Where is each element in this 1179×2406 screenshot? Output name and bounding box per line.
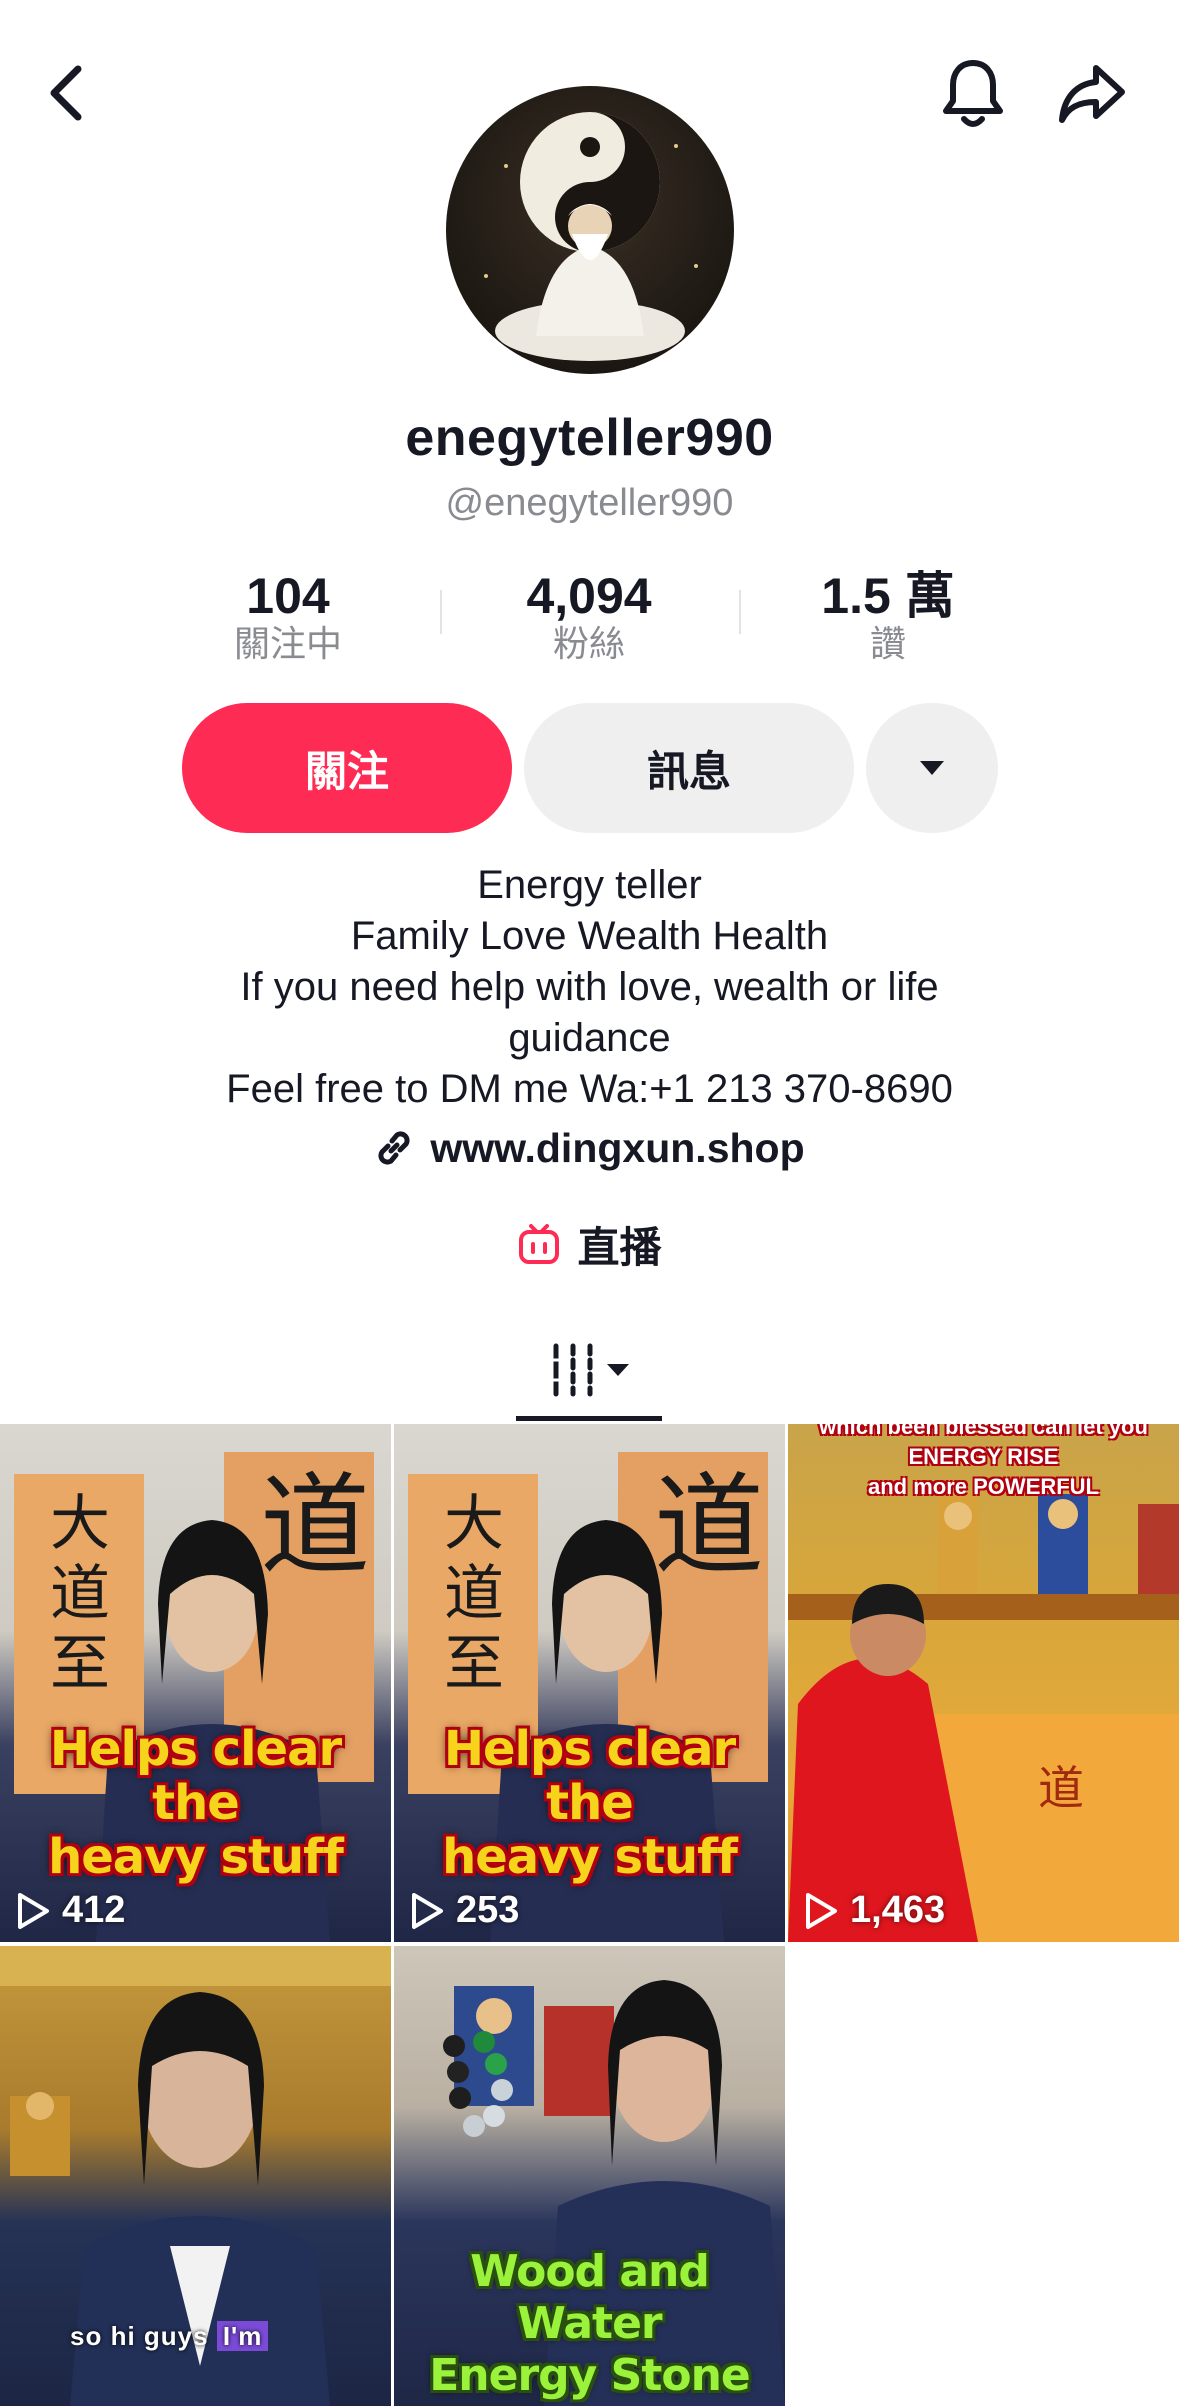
- bio-line: Family Love Wealth Health: [350, 914, 829, 958]
- svg-text:道: 道: [444, 1559, 504, 1629]
- chevron-left-icon: [50, 65, 82, 121]
- share-button[interactable]: [1052, 56, 1132, 132]
- bio-link[interactable]: www.dingxun.shop: [0, 1122, 1179, 1174]
- play-icon: [18, 1892, 49, 1929]
- video-thumbnail[interactable]: 道 which been blessed can let you ENERGY …: [788, 1424, 1179, 1942]
- video-caption: Wood and Water Energy Stone: [429, 2246, 751, 2401]
- video-thumbnail[interactable]: Wood and Water Energy Stone: [394, 1946, 785, 2406]
- following-stat[interactable]: 104 關注中: [158, 566, 418, 666]
- bio-link-text: www.dingxun.shop: [430, 1124, 805, 1171]
- live-label: 直播: [577, 1223, 662, 1271]
- display-name: enegyteller990: [405, 409, 774, 467]
- follow-button[interactable]: 關注: [182, 703, 512, 833]
- live-tv-icon: [519, 1224, 560, 1264]
- bio-line: Feel free to DM me Wa:+1 213 370-8690: [226, 1067, 953, 1111]
- followers-count: 4,094: [526, 568, 652, 624]
- video-grid: 大 道 至 道 Helps clear the heavy stuff 412 …: [0, 1424, 1179, 2406]
- avatar[interactable]: [446, 86, 734, 374]
- share-arrow-icon: [1059, 65, 1125, 123]
- username-handle: @enegyteller990: [445, 482, 734, 524]
- bio-line: guidance: [508, 1016, 671, 1060]
- following-count: 104: [246, 568, 330, 624]
- video-top-text: which been blessed can let you ENERGY RI…: [819, 1424, 1148, 1499]
- notification-bell-button[interactable]: [935, 54, 1011, 134]
- profile-bio: Energy teller Family Love Wealth Health …: [0, 860, 1179, 1115]
- view-count: 253: [410, 1889, 519, 1932]
- video-thumbnail[interactable]: so hi guys I'm: [0, 1946, 391, 2406]
- bell-icon: [943, 60, 1003, 127]
- view-count: 412: [16, 1889, 125, 1932]
- svg-text:道: 道: [260, 1462, 370, 1590]
- svg-text:至: 至: [444, 1629, 504, 1699]
- svg-text:道: 道: [50, 1559, 110, 1629]
- play-icon: [806, 1892, 837, 1929]
- suggested-accounts-button[interactable]: [866, 703, 998, 833]
- bio-line: Energy teller: [477, 863, 702, 907]
- likes-count: 1.5 萬: [821, 568, 955, 624]
- followers-stat[interactable]: 4,094 粉絲: [459, 566, 719, 666]
- stat-divider: [440, 590, 442, 634]
- caret-down-icon: [920, 761, 944, 775]
- videos-grid-icon: [551, 1343, 593, 1397]
- message-button[interactable]: 訊息: [524, 703, 854, 833]
- tab-videos[interactable]: [516, 1320, 662, 1420]
- tab-indicator: [516, 1416, 662, 1421]
- caret-down-icon: [607, 1364, 629, 1376]
- svg-text:至: 至: [50, 1629, 110, 1699]
- video-caption: Helps clear the heavy stuff: [48, 1721, 344, 1885]
- view-count: 1,463: [804, 1889, 945, 1932]
- svg-text:大: 大: [50, 1489, 110, 1559]
- video-caption: Helps clear the heavy stuff: [442, 1721, 738, 1885]
- bio-line: If you need help with love, wealth or li…: [240, 965, 939, 1009]
- profile-stats: 104 關注中 4,094 粉絲 1.5 萬 讚: [0, 566, 1179, 676]
- svg-text:道: 道: [1038, 1761, 1084, 1815]
- svg-text:道: 道: [654, 1462, 764, 1590]
- followers-label: 粉絲: [552, 623, 625, 664]
- svg-text:大: 大: [444, 1489, 504, 1559]
- likes-stat[interactable]: 1.5 萬 讚: [758, 566, 1018, 666]
- following-label: 關注中: [233, 623, 342, 664]
- live-button[interactable]: 直播: [0, 1214, 1179, 1274]
- play-icon: [412, 1892, 443, 1929]
- yin-yang-sage-avatar: [484, 112, 698, 361]
- back-button[interactable]: [36, 58, 96, 128]
- likes-label: 讚: [869, 623, 906, 664]
- video-thumbnail[interactable]: 大 道 至 道 Helps clear the heavy stuff 253: [394, 1424, 785, 1942]
- link-icon: [378, 1131, 410, 1165]
- video-thumbnail[interactable]: 大 道 至 道 Helps clear the heavy stuff 412: [0, 1424, 391, 1942]
- video-subtitle: so hi guys I'm: [70, 2321, 269, 2352]
- stat-divider: [739, 590, 741, 634]
